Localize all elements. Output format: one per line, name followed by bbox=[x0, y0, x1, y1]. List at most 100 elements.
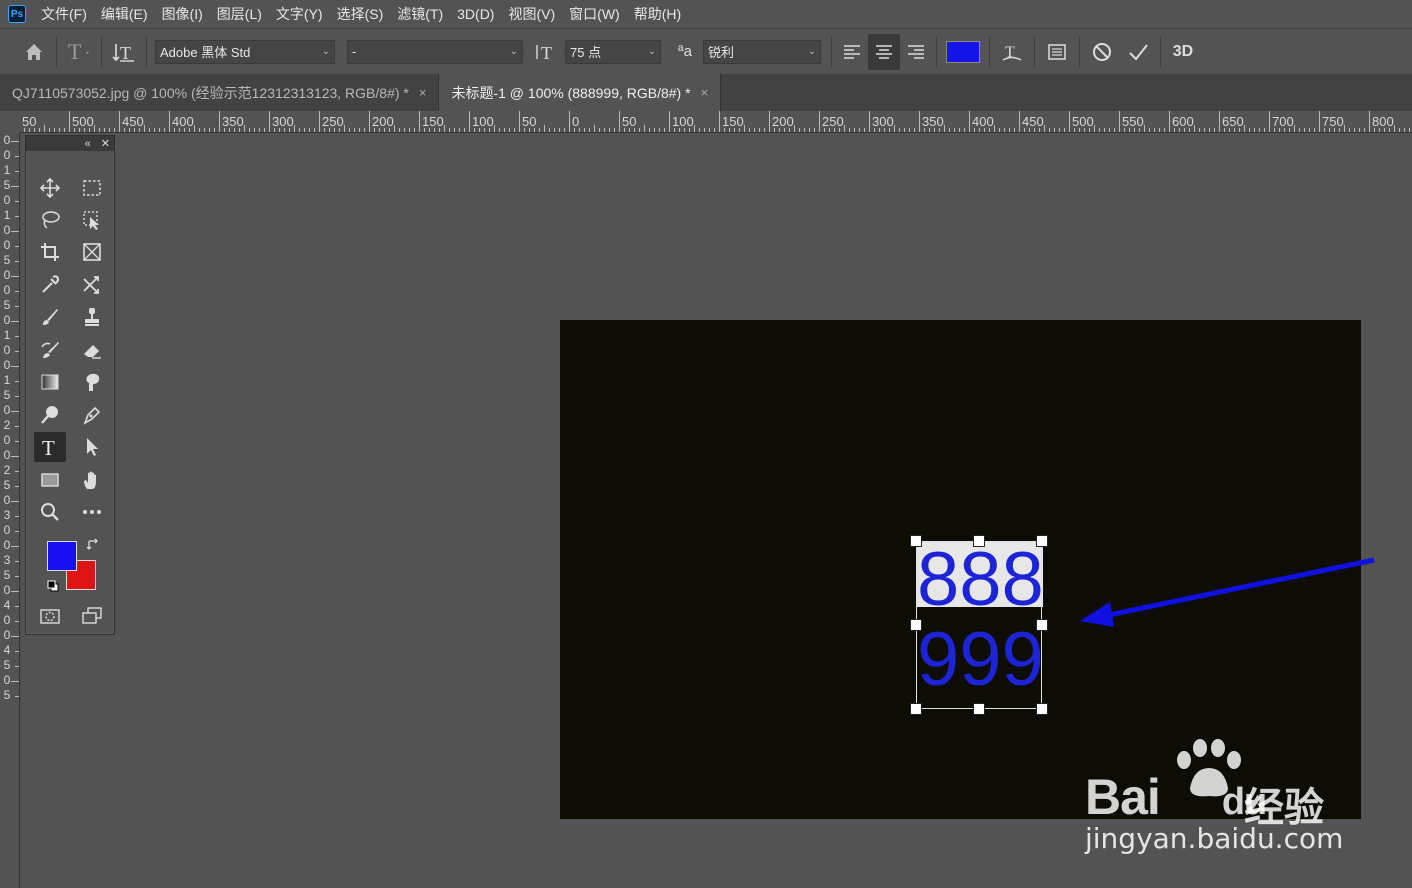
toggle-text-orientation-icon[interactable]: T bbox=[106, 34, 142, 70]
close-icon[interactable]: × bbox=[701, 85, 709, 100]
quick-mask-icon[interactable] bbox=[34, 601, 66, 631]
ruler-tick bbox=[459, 128, 460, 132]
close-icon[interactable]: ✕ bbox=[101, 137, 110, 150]
eraser-tool-icon[interactable] bbox=[76, 335, 108, 365]
menu-help[interactable]: 帮助(H) bbox=[627, 0, 688, 28]
ruler-tick bbox=[699, 128, 700, 132]
menu-edit[interactable]: 编辑(E) bbox=[94, 0, 155, 28]
menu-type[interactable]: 文字(Y) bbox=[269, 0, 330, 28]
ruler-tick-label: 150 bbox=[422, 114, 444, 129]
content-aware-move-tool-icon[interactable] bbox=[76, 270, 108, 300]
font-family-select[interactable]: Adobe 黑体 Std ⌄ bbox=[155, 39, 335, 64]
menu-layer[interactable]: 图层(L) bbox=[210, 0, 269, 28]
history-brush-tool-icon[interactable] bbox=[34, 335, 66, 365]
lasso-tool-icon[interactable] bbox=[34, 205, 66, 235]
close-icon[interactable]: × bbox=[419, 85, 427, 100]
hand-tool-icon[interactable] bbox=[76, 465, 108, 495]
foreground-color-swatch[interactable] bbox=[47, 541, 77, 571]
horizontal-type-tool-icon[interactable]: T bbox=[34, 432, 66, 462]
object-selection-tool-icon[interactable] bbox=[76, 205, 108, 235]
ruler-origin[interactable] bbox=[0, 111, 20, 133]
text-color-swatch[interactable] bbox=[941, 34, 985, 70]
font-size-select[interactable]: 75 点 ⌄ bbox=[565, 39, 661, 64]
font-style-select[interactable]: - ⌄ bbox=[347, 39, 523, 64]
transform-handle-top-left[interactable] bbox=[910, 535, 922, 547]
ruler-tick bbox=[254, 128, 255, 132]
crop-tool-icon[interactable] bbox=[34, 237, 66, 267]
menu-view[interactable]: 视图(V) bbox=[501, 0, 562, 28]
transform-handle-bottom[interactable] bbox=[973, 703, 985, 715]
ruler-vertical[interactable]: 00150100500501001502002503003504004505 bbox=[0, 133, 20, 888]
transform-handle-right[interactable] bbox=[1036, 619, 1048, 631]
ruler-tick bbox=[89, 128, 90, 132]
ruler-tick bbox=[819, 111, 820, 132]
menu-file[interactable]: 文件(F) bbox=[34, 0, 94, 28]
ruler-tick bbox=[1229, 128, 1230, 132]
transform-handle-bottom-right[interactable] bbox=[1036, 703, 1048, 715]
ruler-tick bbox=[259, 128, 260, 132]
align-center-icon[interactable] bbox=[868, 33, 900, 70]
tab-untitled-document[interactable]: 未标题-1 @ 100% (888999, RGB/8#) * × bbox=[439, 74, 722, 111]
move-tool-icon[interactable] bbox=[34, 173, 66, 203]
ruler-tick-label: 350 bbox=[922, 114, 944, 129]
transform-handle-top-right[interactable] bbox=[1036, 535, 1048, 547]
swap-colors-icon[interactable] bbox=[86, 538, 100, 557]
ruler-horizontal[interactable]: 50 500 450 400 350 300 250 200 150 100 50 0 50 100 150… bbox=[0, 111, 1412, 133]
ruler-tick-label: 5 bbox=[3, 388, 11, 402]
anti-alias-select[interactable]: 锐利 ⌄ bbox=[703, 39, 821, 64]
align-left-icon[interactable] bbox=[836, 34, 868, 70]
tab-jpg-document[interactable]: QJ7110573052.jpg @ 100% (经验示范12312313123… bbox=[0, 74, 440, 111]
menu-window[interactable]: 窗口(W) bbox=[562, 0, 627, 28]
ruler-tick bbox=[1149, 128, 1150, 132]
edit-toolbar-icon[interactable] bbox=[76, 497, 108, 527]
menu-select[interactable]: 选择(S) bbox=[330, 0, 391, 28]
home-icon[interactable] bbox=[16, 34, 52, 70]
cancel-edits-icon[interactable] bbox=[1084, 34, 1120, 70]
ruler-tick bbox=[419, 111, 420, 132]
zoom-tool-icon[interactable] bbox=[34, 497, 66, 527]
menu-image[interactable]: 图像(I) bbox=[155, 0, 210, 28]
default-colors-icon[interactable] bbox=[46, 579, 60, 598]
menu-filter[interactable]: 滤镜(T) bbox=[390, 0, 450, 28]
eyedropper-tool-icon[interactable] bbox=[34, 270, 66, 300]
ruler-tick bbox=[1139, 128, 1140, 132]
frame-tool-icon[interactable] bbox=[76, 237, 108, 267]
ruler-tick-label: 0 bbox=[3, 613, 11, 627]
ruler-tick bbox=[15, 606, 19, 607]
ruler-tick bbox=[1144, 125, 1145, 132]
ruler-tick bbox=[914, 128, 915, 132]
ruler-tick bbox=[594, 125, 595, 132]
tools-panel-header[interactable]: « ✕ bbox=[26, 136, 114, 151]
dodge-tool-icon[interactable] bbox=[34, 400, 66, 430]
ruler-tick bbox=[384, 128, 385, 132]
ruler-tick bbox=[134, 128, 135, 132]
gradient-tool-icon[interactable] bbox=[34, 367, 66, 397]
rectangular-marquee-tool-icon[interactable] bbox=[76, 173, 108, 203]
ruler-tick bbox=[739, 128, 740, 132]
ruler-tick bbox=[1379, 128, 1380, 132]
collapse-panel-icon[interactable]: « bbox=[85, 138, 91, 150]
rectangle-tool-icon[interactable] bbox=[34, 465, 66, 495]
ruler-tick bbox=[834, 128, 835, 132]
ruler-tick bbox=[589, 128, 590, 132]
brush-tool-icon[interactable] bbox=[34, 302, 66, 332]
clone-stamp-tool-icon[interactable] bbox=[76, 302, 108, 332]
create-3d-icon[interactable]: 3D bbox=[1165, 34, 1201, 70]
align-right-icon[interactable] bbox=[900, 34, 932, 70]
transform-handle-left[interactable] bbox=[910, 619, 922, 631]
photoshop-logo-icon: Ps bbox=[8, 5, 26, 23]
transform-handle-top[interactable] bbox=[973, 535, 985, 547]
path-selection-tool-icon[interactable] bbox=[76, 432, 108, 462]
pen-tool-icon[interactable] bbox=[76, 400, 108, 430]
menu-3d[interactable]: 3D(D) bbox=[450, 0, 501, 28]
ruler-tick bbox=[539, 128, 540, 132]
commit-edits-icon[interactable] bbox=[1120, 34, 1156, 70]
transform-handle-bottom-left[interactable] bbox=[910, 703, 922, 715]
text-bounding-box[interactable] bbox=[916, 541, 1042, 709]
character-panel-icon[interactable] bbox=[1039, 34, 1075, 70]
type-tool-preset-icon[interactable]: T bbox=[61, 34, 97, 70]
screen-mode-icon[interactable] bbox=[76, 601, 108, 631]
ruler-tick bbox=[219, 111, 220, 132]
warp-text-icon[interactable]: T bbox=[994, 34, 1030, 70]
smudge-tool-icon[interactable] bbox=[76, 367, 108, 397]
